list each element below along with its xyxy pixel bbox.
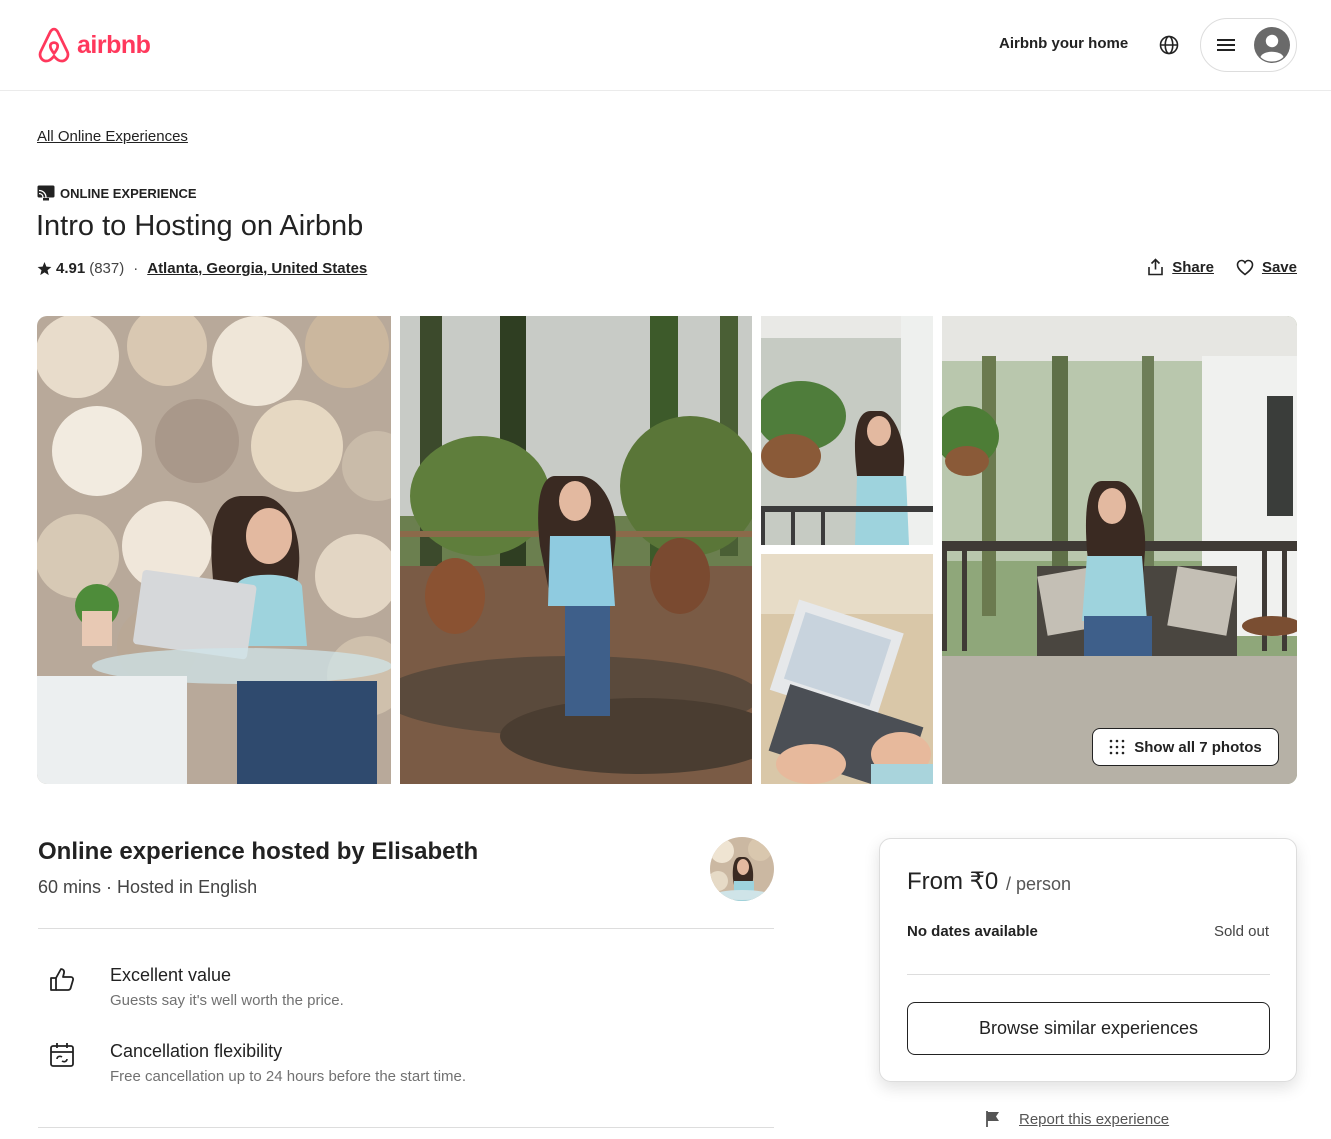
save-label: Save <box>1261 258 1297 276</box>
online-experience-icon <box>37 185 55 201</box>
star-icon <box>37 261 52 276</box>
gallery-photo-5[interactable] <box>942 316 1297 784</box>
top-header: airbnb Airbnb your home <box>0 0 1331 91</box>
show-all-photos-label: Show all 7 photos <box>1134 738 1262 756</box>
card-divider <box>907 974 1270 975</box>
review-count[interactable]: (837) <box>89 260 124 277</box>
gallery-photo-1[interactable] <box>37 316 391 784</box>
rating-value: 4.91 <box>56 260 86 277</box>
browse-similar-experiences-button[interactable]: Browse similar experiences <box>907 1002 1270 1055</box>
flag-icon <box>986 1111 999 1127</box>
host-subtitle: 60 mins · Hosted in English <box>38 877 258 897</box>
photo-gallery <box>37 316 1297 784</box>
airbnb-logo[interactable]: airbnb <box>37 26 151 64</box>
thumbs-up-icon <box>50 968 75 991</box>
report-label: Report this experience <box>1019 1110 1170 1128</box>
rating-location-row: 4.91 (837) · Atlanta, Georgia, United St… <box>37 260 367 277</box>
user-menu-button[interactable] <box>1200 18 1297 72</box>
booking-card: From ₹0 / person No dates available Sold… <box>879 838 1297 1082</box>
hamburger-menu-icon <box>1217 39 1235 51</box>
price-unit: / person <box>1006 874 1072 894</box>
show-all-photos-button[interactable]: Show all 7 photos <box>1092 728 1279 766</box>
save-button[interactable]: Save <box>1236 258 1297 276</box>
page-title: Intro to Hosting on Airbnb <box>36 210 364 242</box>
separator-dot: · <box>133 260 139 277</box>
host-avatar-image <box>710 837 774 901</box>
host-heading: Online experience hosted by Elisabeth <box>38 838 479 865</box>
gallery-photo-2[interactable] <box>400 316 752 784</box>
airbnb-your-home-link[interactable]: Airbnb your home <box>999 35 1128 52</box>
breadcrumb-all-online-experiences[interactable]: All Online Experiences <box>37 128 188 145</box>
host-avatar[interactable] <box>710 837 774 901</box>
sold-out-status: Sold out <box>1213 923 1269 940</box>
user-avatar-icon <box>1254 27 1290 63</box>
brand-name: airbnb <box>77 30 151 59</box>
gallery-photo-3[interactable] <box>761 316 933 545</box>
feature-description: Guests say it's well worth the price. <box>110 992 344 1009</box>
availability-text: No dates available <box>907 923 1038 940</box>
airbnb-logo-icon <box>38 27 70 63</box>
experience-type-text: ONLINE EXPERIENCE <box>60 185 197 201</box>
grid-dots-icon <box>1109 739 1125 755</box>
share-button[interactable]: Share <box>1147 258 1214 276</box>
share-label: Share <box>1172 258 1214 276</box>
calendar-icon <box>50 1043 74 1067</box>
price-value: From ₹0 <box>907 868 999 895</box>
section-divider <box>38 928 774 929</box>
heart-icon <box>1236 259 1254 276</box>
globe-icon[interactable] <box>1158 34 1180 56</box>
experience-type-label: ONLINE EXPERIENCE <box>37 185 197 201</box>
gallery-photo-4[interactable] <box>761 554 933 784</box>
feature-title: Cancellation flexibility <box>110 1041 283 1061</box>
share-icon <box>1148 258 1164 276</box>
report-experience-link[interactable]: Report this experience <box>985 1110 1169 1128</box>
share-save-actions: Share Save <box>1147 258 1297 276</box>
feature-title: Excellent value <box>110 965 232 985</box>
section-divider <box>38 1127 774 1128</box>
feature-description: Free cancellation up to 24 hours before … <box>110 1068 467 1085</box>
location-link[interactable]: Atlanta, Georgia, United States <box>147 260 367 277</box>
